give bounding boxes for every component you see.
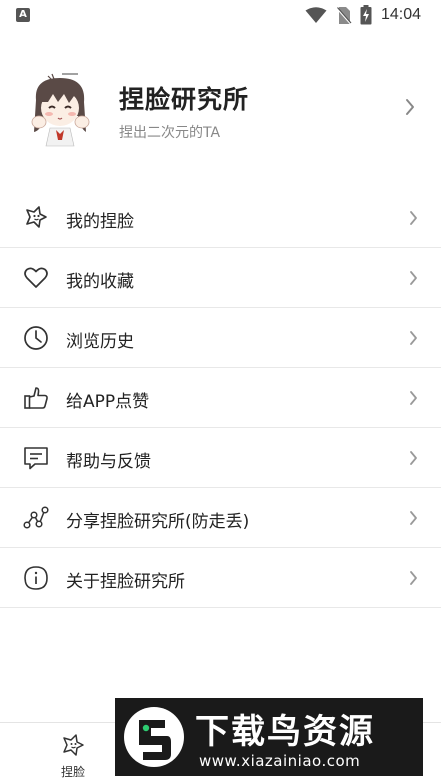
profile-slogan: 捏出二次元的TA bbox=[119, 125, 221, 141]
face-sparkle-icon bbox=[63, 734, 84, 756]
avatar bbox=[31, 73, 90, 147]
menu-label: 帮助与反馈 bbox=[66, 452, 151, 472]
share-icon bbox=[23, 506, 49, 529]
face-sparkle-icon bbox=[26, 206, 47, 228]
menu-label: 关于捏脸研究所 bbox=[66, 572, 185, 592]
bird-logo-icon bbox=[124, 707, 184, 767]
menu-item-share[interactable]: 分享捏脸研究所(防走丢) bbox=[0, 488, 441, 548]
chevron-right-icon bbox=[410, 451, 417, 465]
menu-label: 分享捏脸研究所(防走丢) bbox=[66, 512, 250, 532]
no-sim-icon bbox=[336, 7, 352, 25]
heart-icon bbox=[24, 267, 48, 288]
watermark-url: www.xiazainiao.com bbox=[199, 752, 361, 770]
status-bar: A 14:04 bbox=[0, 0, 441, 30]
menu-label: 我的捏脸 bbox=[66, 212, 134, 232]
chevron-right-icon bbox=[410, 571, 417, 585]
wifi-icon bbox=[305, 7, 327, 23]
battery-charging-icon bbox=[360, 5, 372, 25]
menu-item-history[interactable]: 浏览历史 bbox=[0, 308, 441, 368]
chevron-right-icon bbox=[410, 391, 417, 405]
status-time: 14:04 bbox=[381, 6, 422, 23]
menu-item-feedback[interactable]: 帮助与反馈 bbox=[0, 428, 441, 488]
tab-label: 捏脸 bbox=[60, 765, 85, 779]
menu-item-rate-app[interactable]: 给APP点赞 bbox=[0, 368, 441, 428]
menu-label: 给APP点赞 bbox=[66, 392, 150, 412]
watermark-banner: 下载鸟资源 www.xiazainiao.com bbox=[115, 698, 423, 776]
feedback-icon bbox=[24, 447, 48, 470]
profile-name: 捏脸研究所 bbox=[119, 85, 250, 114]
menu-item-favorites[interactable]: 我的收藏 bbox=[0, 248, 441, 308]
menu-item-my-faces[interactable]: 我的捏脸 bbox=[0, 188, 441, 248]
chevron-right-icon bbox=[410, 511, 417, 525]
notification-icon: A bbox=[16, 8, 30, 22]
profile-header[interactable]: 捏脸研究所 捏出二次元的TA bbox=[0, 62, 441, 162]
tab-face[interactable]: 捏脸 bbox=[50, 729, 96, 781]
settings-menu: 我的捏脸 我的收藏 浏览历史 给APP点赞 帮助与反馈 分享捏脸研究所(防走丢)… bbox=[0, 188, 441, 608]
menu-label: 浏览历史 bbox=[66, 332, 134, 352]
chevron-right-icon bbox=[410, 271, 417, 285]
chevron-right-icon bbox=[410, 211, 417, 225]
menu-item-about[interactable]: 关于捏脸研究所 bbox=[0, 548, 441, 608]
info-icon bbox=[24, 566, 48, 590]
clock-icon bbox=[24, 326, 48, 350]
menu-label: 我的收藏 bbox=[66, 272, 134, 292]
watermark-title: 下载鸟资源 bbox=[195, 712, 375, 752]
chevron-right-icon bbox=[406, 99, 414, 115]
chevron-right-icon bbox=[410, 331, 417, 345]
thumbs-up-icon bbox=[24, 387, 48, 409]
